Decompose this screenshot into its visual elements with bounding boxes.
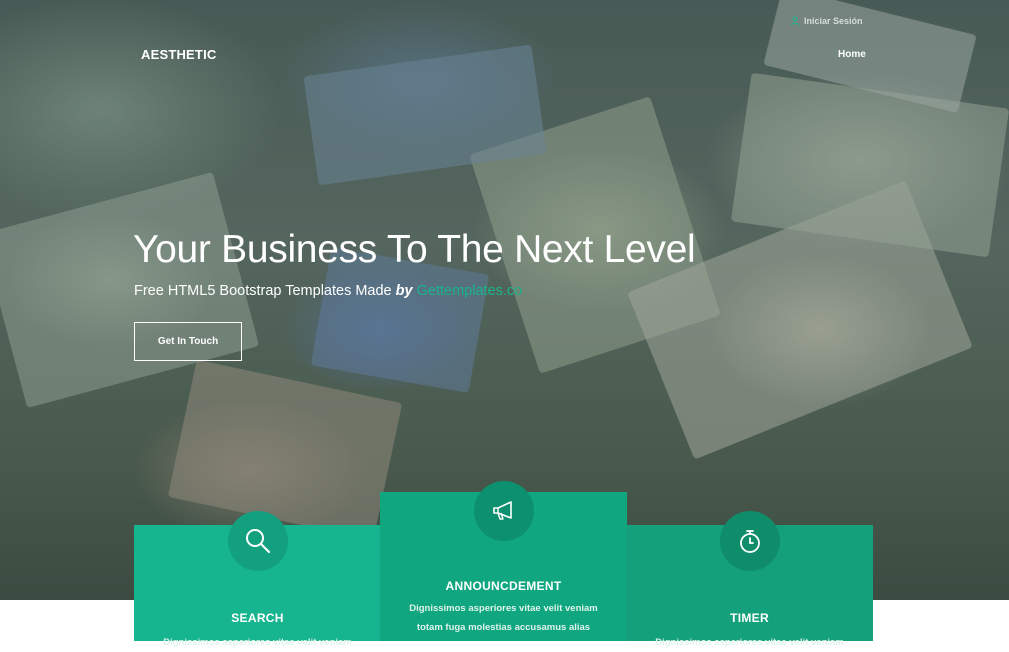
- feature-card-announcement: ANNOUNCDEMENT Dignissimos asperiores vit…: [380, 481, 627, 641]
- megaphone-icon: [473, 481, 534, 541]
- feature-card-search: SEARCH Dignissimos asperiores vitae veli…: [134, 511, 381, 648]
- user-icon: [791, 16, 799, 26]
- login-link[interactable]: Iniciar Sesión: [790, 16, 863, 26]
- gettemplates-link[interactable]: Gettemplates.co: [417, 283, 523, 299]
- feature-card-timer: TIMER Dignissimos asperiores vitae velit…: [626, 511, 873, 648]
- hero-subtitle-text: Free HTML5 Bootstrap Templates Made: [134, 283, 392, 299]
- get-in-touch-button[interactable]: Get In Touch: [134, 322, 242, 361]
- search-icon: [227, 511, 288, 571]
- brand-logo[interactable]: AESTHETIC: [141, 47, 216, 62]
- hero-title: Your Business To The Next Level: [133, 228, 696, 271]
- login-label: Iniciar Sesión: [804, 16, 863, 26]
- feature-text: Dignissimos asperiores vitae velit venia…: [409, 603, 598, 633]
- timer-icon: [719, 511, 780, 571]
- feature-title: SEARCH: [231, 611, 284, 625]
- hero-subtitle-by: by: [395, 283, 413, 299]
- nav-link-home[interactable]: Home: [838, 49, 866, 60]
- feature-text: Dignissimos asperiores vitae velit venia…: [163, 637, 352, 648]
- feature-title: TIMER: [730, 611, 769, 625]
- feature-title: ANNOUNCDEMENT: [445, 579, 562, 593]
- hero-subtitle: Free HTML5 Bootstrap Templates Made by G…: [134, 283, 522, 299]
- feature-text: Dignissimos asperiores vitae velit venia…: [655, 637, 844, 648]
